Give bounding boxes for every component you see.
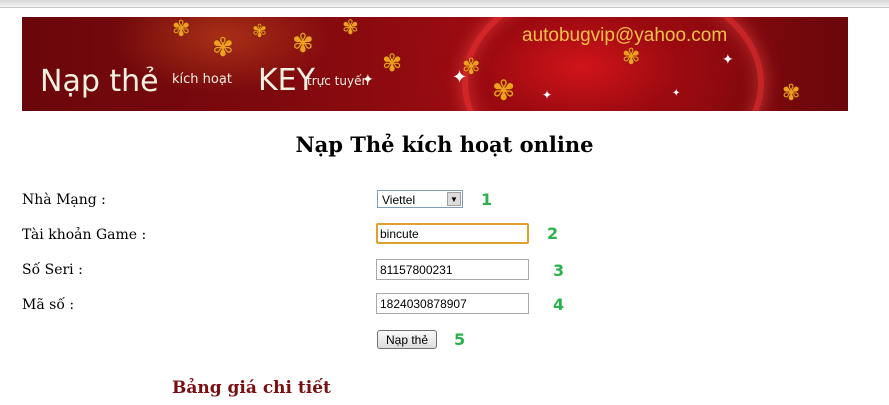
maple-leaf-icon: ✾ [342, 17, 359, 39]
maple-leaf-icon: ✾ [212, 33, 234, 63]
submit-card-button[interactable]: Nạp thẻ [377, 330, 437, 349]
maple-leaf-icon: ✾ [782, 81, 801, 106]
sparkle-icon: ✦ [542, 88, 553, 102]
serial-label: Số Seri : [22, 262, 83, 278]
network-select[interactable]: Viettel ▼ [377, 190, 463, 208]
step-number-5: 5 [454, 330, 466, 349]
step-number-3: 3 [553, 261, 565, 280]
account-label: Tài khoản Game : [22, 227, 147, 243]
header-banner: ✾ ✾ ✾ ✾ ✾ ✾ ✾ ✾ ✾ ✾ ✦ ✦ ✦ ✦ ✦ autobugvip… [22, 17, 848, 111]
browser-top-edge [0, 0, 889, 8]
network-selected-value: Viettel [382, 193, 416, 207]
maple-leaf-icon: ✾ [292, 29, 314, 59]
step-number-1: 1 [481, 190, 493, 209]
maple-leaf-icon: ✾ [622, 45, 641, 70]
page-title: Nạp Thẻ kích hoạt online [295, 132, 594, 157]
banner-email: autobugvip@yahoo.com [522, 25, 728, 46]
maple-leaf-icon: ✾ [492, 74, 516, 107]
sparkle-icon: ✦ [452, 67, 468, 88]
maple-leaf-icon: ✾ [172, 17, 191, 42]
price-table-heading: Bảng giá chi tiết [172, 378, 331, 398]
step-number-2: 2 [547, 224, 559, 243]
banner-title-online: trực tuyến [307, 74, 370, 88]
code-input[interactable] [376, 293, 529, 314]
sparkle-icon: ✦ [722, 52, 734, 68]
network-label: Nhà Mạng : [22, 192, 106, 208]
account-input[interactable] [376, 223, 529, 244]
banner-title: Nạp thẻ [40, 64, 159, 99]
code-label: Mã số : [22, 297, 75, 313]
step-number-4: 4 [553, 295, 565, 314]
chevron-down-icon[interactable]: ▼ [447, 192, 461, 206]
sparkle-icon: ✦ [672, 88, 681, 99]
serial-input[interactable] [376, 259, 529, 280]
banner-title-small: kích hoạt [172, 72, 232, 87]
maple-leaf-icon: ✾ [382, 49, 403, 77]
maple-leaf-icon: ✾ [252, 21, 268, 42]
